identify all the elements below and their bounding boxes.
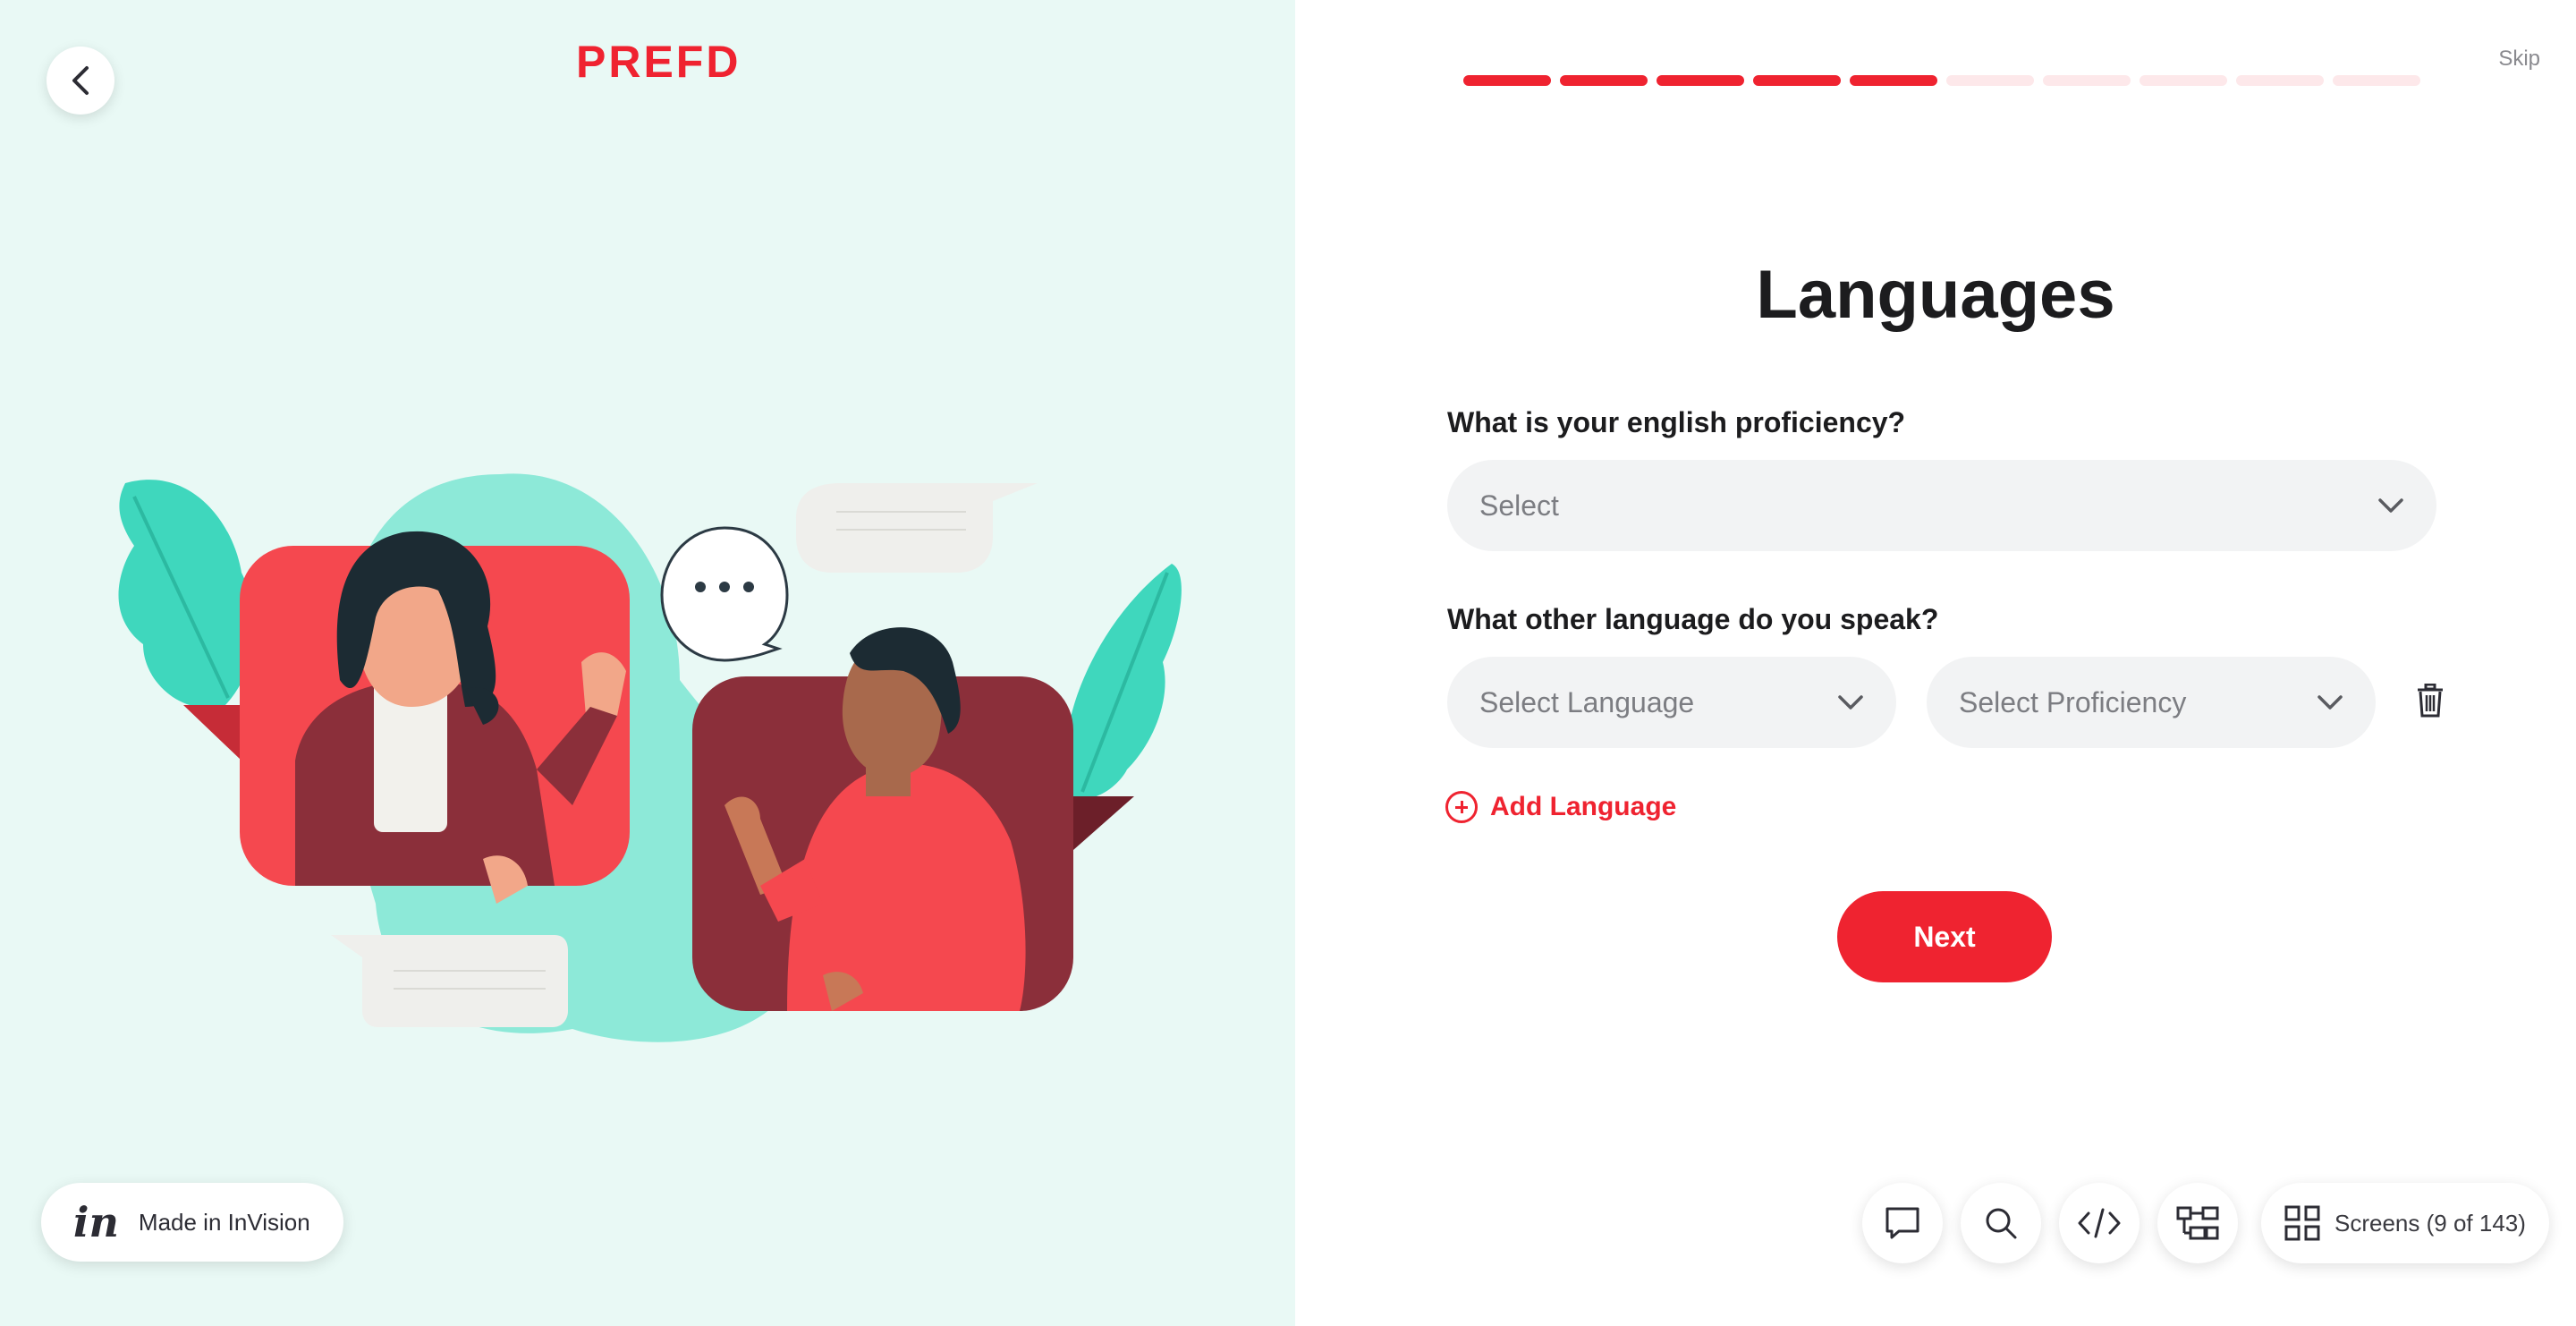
step-progress-bar — [1463, 75, 2420, 86]
plus-circle-icon — [1445, 791, 1478, 823]
progress-segment — [1560, 75, 1648, 86]
progress-segment — [1657, 75, 1744, 86]
form-panel: Skip Languages What is your english prof… — [1295, 0, 2576, 1326]
screens-button[interactable]: Screens (9 of 143) — [2261, 1183, 2549, 1263]
language-select[interactable]: Select Language — [1447, 657, 1896, 748]
chevron-down-icon — [2378, 498, 2403, 513]
next-button[interactable]: Next — [1837, 891, 2052, 982]
add-language-button[interactable]: Add Language — [1445, 791, 1676, 823]
progress-segment — [1463, 75, 1551, 86]
code-icon — [2078, 1208, 2121, 1238]
comment-button[interactable] — [1862, 1183, 1943, 1263]
delete-language-button[interactable] — [2411, 680, 2449, 721]
skip-link[interactable]: Skip — [2498, 47, 2540, 72]
search-button[interactable] — [1961, 1183, 2041, 1263]
illustration-panel: PREFD in Made in InVision — [0, 0, 1295, 1326]
progress-segment — [1753, 75, 1841, 86]
search-icon — [1986, 1208, 2017, 1239]
chevron-left-icon — [72, 66, 89, 95]
progress-segment — [2043, 75, 2131, 86]
chevron-down-icon — [1838, 695, 1863, 710]
flow-map-button[interactable] — [2157, 1183, 2238, 1263]
progress-segment — [1946, 75, 2034, 86]
english-proficiency-label: What is your english proficiency? — [1447, 406, 1906, 438]
proficiency-select-placeholder: Select Proficiency — [1959, 685, 2187, 718]
progress-segment — [2140, 75, 2227, 86]
language-select-placeholder: Select Language — [1479, 685, 1695, 718]
progress-segment — [2236, 75, 2324, 86]
page-title: Languages — [1756, 257, 2115, 333]
comment-icon — [1885, 1207, 1919, 1239]
back-button[interactable] — [47, 47, 114, 115]
chevron-down-icon — [2318, 695, 2343, 710]
other-language-label: What other language do you speak? — [1447, 603, 1939, 635]
flow-map-icon — [2176, 1206, 2219, 1240]
invision-badge-label: Made in InVision — [138, 1208, 310, 1236]
add-language-label: Add Language — [1490, 792, 1677, 821]
english-proficiency-placeholder: Select — [1479, 489, 1559, 522]
invision-logo-icon: in — [73, 1198, 119, 1246]
conversation-illustration — [118, 473, 1182, 1042]
made-in-invision-badge[interactable]: in Made in InVision — [41, 1183, 343, 1262]
grid-icon — [2284, 1205, 2320, 1241]
trash-icon — [2418, 684, 2443, 718]
prefd-logo: PREFD — [576, 37, 741, 87]
screens-counter-label: Screens (9 of 143) — [2334, 1209, 2526, 1237]
proficiency-select[interactable]: Select Proficiency — [1927, 657, 2376, 748]
progress-segment — [1850, 75, 1937, 86]
progress-segment — [2333, 75, 2420, 86]
inspect-code-button[interactable] — [2059, 1183, 2140, 1263]
english-proficiency-select[interactable]: Select — [1447, 460, 2436, 551]
